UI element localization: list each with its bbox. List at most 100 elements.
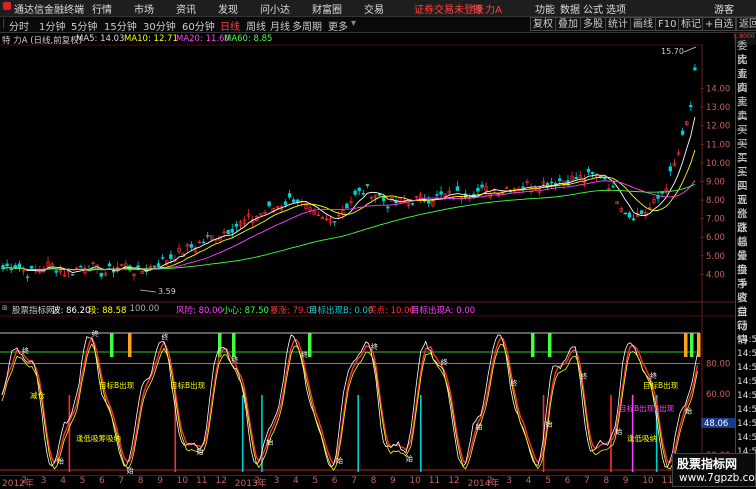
indicator-axis: 80.0060.0040.0020.0048.06 [701, 359, 735, 461]
candlestick-series [1, 63, 697, 282]
sidebar-item: 14:5 [737, 363, 756, 373]
candle-body [230, 228, 234, 233]
date-axis: 2012年 2 3 4 5 6 7 8 9 10 11 12 2013年 2 3 4 5 6 7 8 9 10 11 12 20… [0, 475, 735, 489]
candle-body [623, 212, 628, 215]
indicator-tick-label: 80.00 [706, 359, 730, 369]
date-tick-label: 10 [642, 476, 654, 486]
date-tick-label: 4 [60, 476, 66, 486]
sidebar-item: 14:5 [737, 377, 756, 387]
mubiao-b-text-2: 目标B出现 [170, 380, 206, 390]
ma10-line [2, 149, 696, 271]
candle-body [455, 186, 460, 191]
fengdi-text-2: 逢低吸纳 [627, 433, 657, 443]
date-tick-label: 6 [99, 476, 105, 486]
date-tick-label: 4 [293, 476, 299, 486]
candle-body [435, 194, 439, 196]
mubiao-b-text-1: 目标B出现 [99, 380, 135, 390]
candle-body [107, 263, 112, 267]
signal-bar [684, 333, 688, 358]
zhong-marker: 终 [441, 358, 448, 367]
date-tick-label: 7 [351, 476, 357, 486]
candle-body [611, 185, 615, 188]
candle-body [521, 186, 525, 189]
candle-body [111, 270, 116, 273]
signal-bar [308, 333, 312, 358]
date-tick-label: 12 [215, 476, 227, 486]
signal-bar [110, 333, 114, 358]
mubiao-b-text-4: 目标B出现B出现 [619, 403, 675, 413]
zhong-marker: 终 [22, 346, 29, 355]
candle-body [365, 184, 370, 186]
date-tick-label: 3 [40, 476, 47, 486]
candle-body [287, 193, 292, 198]
watermark-title: 股票指标网 [677, 457, 738, 471]
date-tick-label: 12 [448, 476, 460, 486]
baozhang-line [1, 336, 699, 466]
signal-bar [548, 333, 552, 358]
zhong-marker: 终 [231, 355, 238, 364]
candle-body [680, 130, 685, 135]
price-tick-label: 8.00 [706, 196, 725, 206]
candle-body [332, 221, 337, 223]
candle-body [345, 203, 349, 209]
date-tick-label: 5 [312, 476, 319, 486]
candle-body [29, 265, 34, 269]
low-price-label: 3.59 [158, 287, 176, 296]
indicator-tick-label: 60.00 [706, 390, 730, 400]
date-tick-label: 6 [331, 476, 338, 486]
price-tick-label: 9.00 [706, 177, 725, 187]
shi-marker: 始 [545, 420, 552, 429]
watermark: 股票指标网 www.7gpzb.com [672, 453, 756, 487]
candle-body [17, 263, 22, 269]
indicator-panel: 终始 终始 终始 终始 终始 终始 终始 终始 终始 终始 [0, 329, 701, 475]
price-tick-label: 7.00 [706, 215, 725, 225]
candle-body [386, 206, 390, 209]
candle-body [357, 187, 361, 192]
candle-body [627, 212, 632, 218]
quote-sidebar: 委比 卖五 卖四 卖三 卖二 卖一 买一 买二 买三 买四 买五 现价 涨跌 涨幅 总量 外盘 换手 净资 收益 自动… [735, 34, 756, 487]
shi-marker: 始 [266, 437, 273, 446]
shi-marker: 始 [57, 457, 64, 466]
zhong-marker: 终 [650, 371, 657, 380]
candle-body [9, 268, 13, 271]
candle-body [54, 270, 58, 273]
candle-body [603, 177, 607, 180]
signal-bar [531, 333, 535, 358]
price-tick-label: 6.00 [706, 233, 725, 243]
candle-body [693, 67, 697, 71]
chart-area[interactable]: 14.00 13.00 12.00 11.00 10.00 9.00 8.00 7.00 6.0… [0, 0, 756, 487]
signal-bar [690, 333, 694, 358]
candle-body [410, 203, 415, 205]
date-tick-label: 3 [273, 476, 280, 486]
price-tick-label: 14.00 [706, 85, 730, 95]
candle-body [586, 168, 591, 173]
candle-body [25, 276, 30, 278]
ma5-line [2, 116, 696, 274]
zhong-marker: 终 [580, 372, 587, 381]
candle-body [206, 235, 210, 237]
signal-bar [232, 333, 236, 358]
moving-average-lines [2, 116, 696, 274]
shi-marker: 始 [196, 447, 203, 456]
sidebar-item: 14:5 [737, 433, 756, 443]
date-tick-label: 11 [428, 476, 441, 486]
jiancang-text: 减仓 [30, 390, 45, 400]
zhong-marker: 终 [92, 329, 99, 338]
current-value-label: 48.06 [704, 419, 728, 429]
candle-body [590, 171, 595, 175]
sidebar-item: 14:5 [737, 405, 756, 415]
price-tick-label: 13.00 [706, 103, 730, 113]
zhong-marker: 终 [511, 379, 518, 388]
price-axis: 14.00 13.00 12.00 11.00 10.00 9.00 8.00 7.00 6.0… [700, 85, 730, 280]
candle-body [574, 177, 578, 180]
date-tick-label: 9 [390, 476, 396, 486]
candle-body [353, 190, 357, 195]
candle-body [136, 265, 140, 268]
candle-body [152, 265, 157, 268]
sidebar-item: 14:5 [737, 419, 756, 429]
date-tick-label: 10 [409, 476, 421, 486]
candle-body [631, 218, 636, 221]
bo-line [1, 334, 698, 468]
shi-marker: 始 [127, 466, 134, 475]
candle-body [291, 199, 296, 203]
